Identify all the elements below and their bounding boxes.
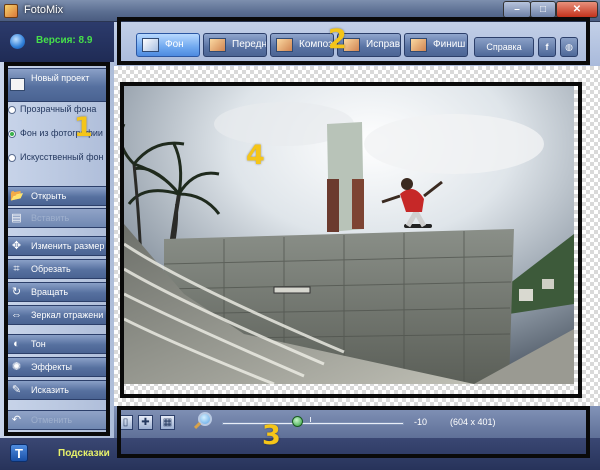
close-button[interactable]: ✕ [556, 1, 598, 18]
annotation-number: 2 [328, 24, 347, 55]
globe-icon [10, 34, 25, 49]
minimize-button[interactable]: – [503, 1, 531, 18]
window-title: FotoMix [24, 4, 64, 16]
annotation-number: 3 [262, 420, 281, 451]
annotation-frame-canvas [120, 82, 582, 398]
hints-icon[interactable]: T [10, 444, 28, 462]
annotation-frame-zoombar [117, 406, 590, 458]
annotation-number: 4 [246, 140, 265, 171]
hints-label[interactable]: Подсказки [58, 448, 110, 459]
maximize-button[interactable]: □ [530, 1, 556, 18]
annotation-frame-sidebar [4, 62, 110, 436]
annotation-number: 1 [74, 112, 93, 143]
app-logo-icon [4, 4, 18, 18]
version-box: Версия: 8.9 [0, 22, 114, 62]
version-label: Версия: 8.9 [36, 35, 93, 46]
annotation-frame-toolbar [117, 17, 590, 65]
